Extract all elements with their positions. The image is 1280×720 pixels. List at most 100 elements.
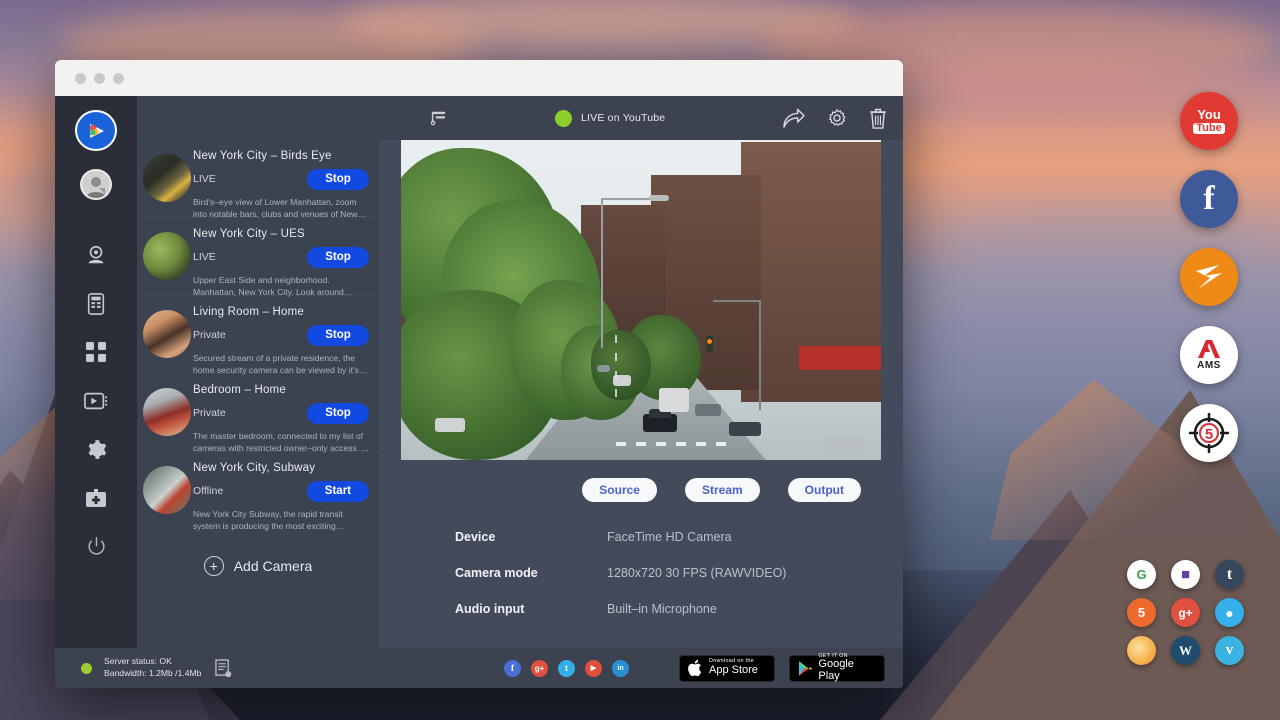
social-twitter[interactable]: t xyxy=(558,660,575,677)
social-youtube[interactable]: ▶ xyxy=(585,660,602,677)
toolbar-actions xyxy=(783,108,887,129)
camera-list-item[interactable]: New York City – UES LIVE Stop Upper East… xyxy=(137,218,379,296)
window-zoom-button[interactable] xyxy=(113,73,124,84)
social-facebook[interactable]: f xyxy=(504,660,521,677)
desktop-icon-ustream-5[interactable]: 5 xyxy=(1180,404,1238,462)
delete-button[interactable] xyxy=(869,108,887,129)
bandwidth-line: Bandwidth: 1.2Mb /1.4Mb xyxy=(104,668,201,680)
add-camera-button[interactable]: + Add Camera xyxy=(137,530,379,606)
camera-list-item[interactable]: Bedroom – Home Private Stop The master b… xyxy=(137,374,379,452)
facebook-f-glyph: f xyxy=(1203,184,1214,215)
desktop-icon-wordpress[interactable]: W xyxy=(1171,636,1200,665)
sidebar-item-app-logo[interactable] xyxy=(75,110,117,151)
car xyxy=(729,422,761,436)
camera-status: LIVE xyxy=(193,251,307,263)
window-close-button[interactable] xyxy=(75,73,86,84)
sidebar-item-power[interactable] xyxy=(76,523,116,570)
camera-list-scroll[interactable]: New York City – Birds Eye LIVE Stop Bird… xyxy=(137,140,379,648)
desktop-icon-facebook[interactable]: f xyxy=(1180,170,1238,228)
desktop-icon-instagram[interactable] xyxy=(1127,636,1156,665)
camera-list-panel: New York City – Birds Eye LIVE Stop Bird… xyxy=(137,96,379,648)
camera-title: Living Room – Home xyxy=(193,306,369,318)
play-logo-icon xyxy=(83,118,109,144)
ams-label: AMS xyxy=(1197,360,1221,371)
settings-button[interactable] xyxy=(827,108,847,128)
camera-list-item[interactable]: New York City – Birds Eye LIVE Stop Bird… xyxy=(137,140,379,218)
red-awning xyxy=(799,346,881,370)
plus-icon: + xyxy=(204,556,224,576)
gear-icon xyxy=(86,439,107,460)
sidebar-item-devices[interactable] xyxy=(76,279,116,328)
sliders-icon-glyph xyxy=(431,110,447,126)
camera-thumbnail xyxy=(143,232,191,280)
video-preview[interactable] xyxy=(401,140,881,460)
camera-title: Bedroom – Home xyxy=(193,384,369,396)
camera-list-item[interactable]: Living Room – Home Private Stop Secured … xyxy=(137,296,379,374)
window-titlebar xyxy=(55,60,903,96)
grid-icon xyxy=(86,342,106,362)
source-properties: Device FaceTime HD Camera Camera mode 12… xyxy=(379,502,903,638)
camera-description: Secured stream of a private residence, t… xyxy=(193,352,369,376)
google-play-text: GET IT ON Google Play xyxy=(818,654,876,683)
camera-toggle-button[interactable]: Stop xyxy=(307,325,369,346)
camera-thumbnail xyxy=(143,466,191,514)
window-minimize-button[interactable] xyxy=(94,73,105,84)
camera-toggle-button[interactable]: Stop xyxy=(307,403,369,424)
desktop-icon-ustream[interactable]: 5 xyxy=(1127,598,1156,627)
sidebar-rail xyxy=(55,96,137,648)
desktop-icon-twitch[interactable]: ■ xyxy=(1171,560,1200,589)
camera-title: New York City – Birds Eye xyxy=(193,150,369,162)
log-button[interactable] xyxy=(215,659,232,678)
property-value[interactable]: FaceTime HD Camera xyxy=(607,530,732,544)
sidebar-item-add-source[interactable] xyxy=(76,474,116,523)
social-linkedin[interactable]: in xyxy=(612,660,629,677)
desktop-icon-wowza[interactable] xyxy=(1180,248,1238,306)
property-label: Camera mode xyxy=(455,566,607,580)
tab-stream[interactable]: Stream xyxy=(685,478,760,502)
power-icon xyxy=(87,537,106,556)
social-google-plus[interactable]: g+ xyxy=(531,660,548,677)
sidebar-item-settings[interactable] xyxy=(76,426,116,475)
share-arrow-icon xyxy=(783,108,805,128)
camera-list-item[interactable]: New York City, Subway Offline Start New … xyxy=(137,452,379,530)
crosswalk xyxy=(616,442,736,446)
camera-toggle-button[interactable]: Start xyxy=(307,481,369,502)
property-value[interactable]: Built–in Microphone xyxy=(607,602,717,616)
app-store-badge[interactable]: Download on the App Store xyxy=(679,655,775,682)
svg-text:5: 5 xyxy=(1205,426,1213,443)
share-button[interactable] xyxy=(783,108,805,128)
add-box-icon xyxy=(85,489,107,509)
desktop-icon-twitter[interactable]: ● xyxy=(1215,598,1244,627)
camera-title: New York City, Subway xyxy=(193,462,369,474)
camera-toggle-button[interactable]: Stop xyxy=(307,169,369,190)
desktop-icon-groups[interactable]: G xyxy=(1127,560,1156,589)
live-indicator-dot xyxy=(555,110,572,127)
sliders-icon[interactable] xyxy=(431,110,447,126)
add-camera-label: Add Camera xyxy=(234,558,313,574)
camera-thumbnail xyxy=(143,154,191,202)
street-lamp xyxy=(759,300,761,410)
server-status-dot xyxy=(81,663,92,674)
sidebar-item-streams[interactable] xyxy=(76,377,116,426)
desktop-icon-tumblr[interactable]: t xyxy=(1215,560,1244,589)
desktop-icon-youtube[interactable]: You Tube xyxy=(1180,92,1238,150)
camera-thumbnail xyxy=(143,310,191,358)
google-play-badge[interactable]: GET IT ON Google Play xyxy=(789,655,885,682)
desktop-icon-google-plus[interactable]: g+ xyxy=(1171,598,1200,627)
sidebar-item-user-avatar[interactable] xyxy=(80,169,112,200)
camera-toggle-button[interactable]: Stop xyxy=(307,247,369,268)
property-value[interactable]: 1280x720 30 FPS (RAWVIDEO) xyxy=(607,566,786,580)
sidebar-item-cameras[interactable] xyxy=(76,230,116,279)
camera-status: LIVE xyxy=(193,173,307,185)
tab-source[interactable]: Source xyxy=(582,478,657,502)
camera-status: Private xyxy=(193,407,307,419)
live-status: LIVE on YouTube xyxy=(555,110,783,127)
desktop-icon-adobe-ams[interactable]: AMS xyxy=(1180,326,1238,384)
tab-output[interactable]: Output xyxy=(788,478,861,502)
trash-icon xyxy=(869,108,887,129)
car xyxy=(825,436,863,450)
car xyxy=(695,404,721,416)
desktop-icon-vimeo[interactable]: v xyxy=(1215,636,1244,665)
server-status-line: Server status: OK xyxy=(104,656,201,668)
sidebar-item-dashboard[interactable] xyxy=(76,328,116,377)
